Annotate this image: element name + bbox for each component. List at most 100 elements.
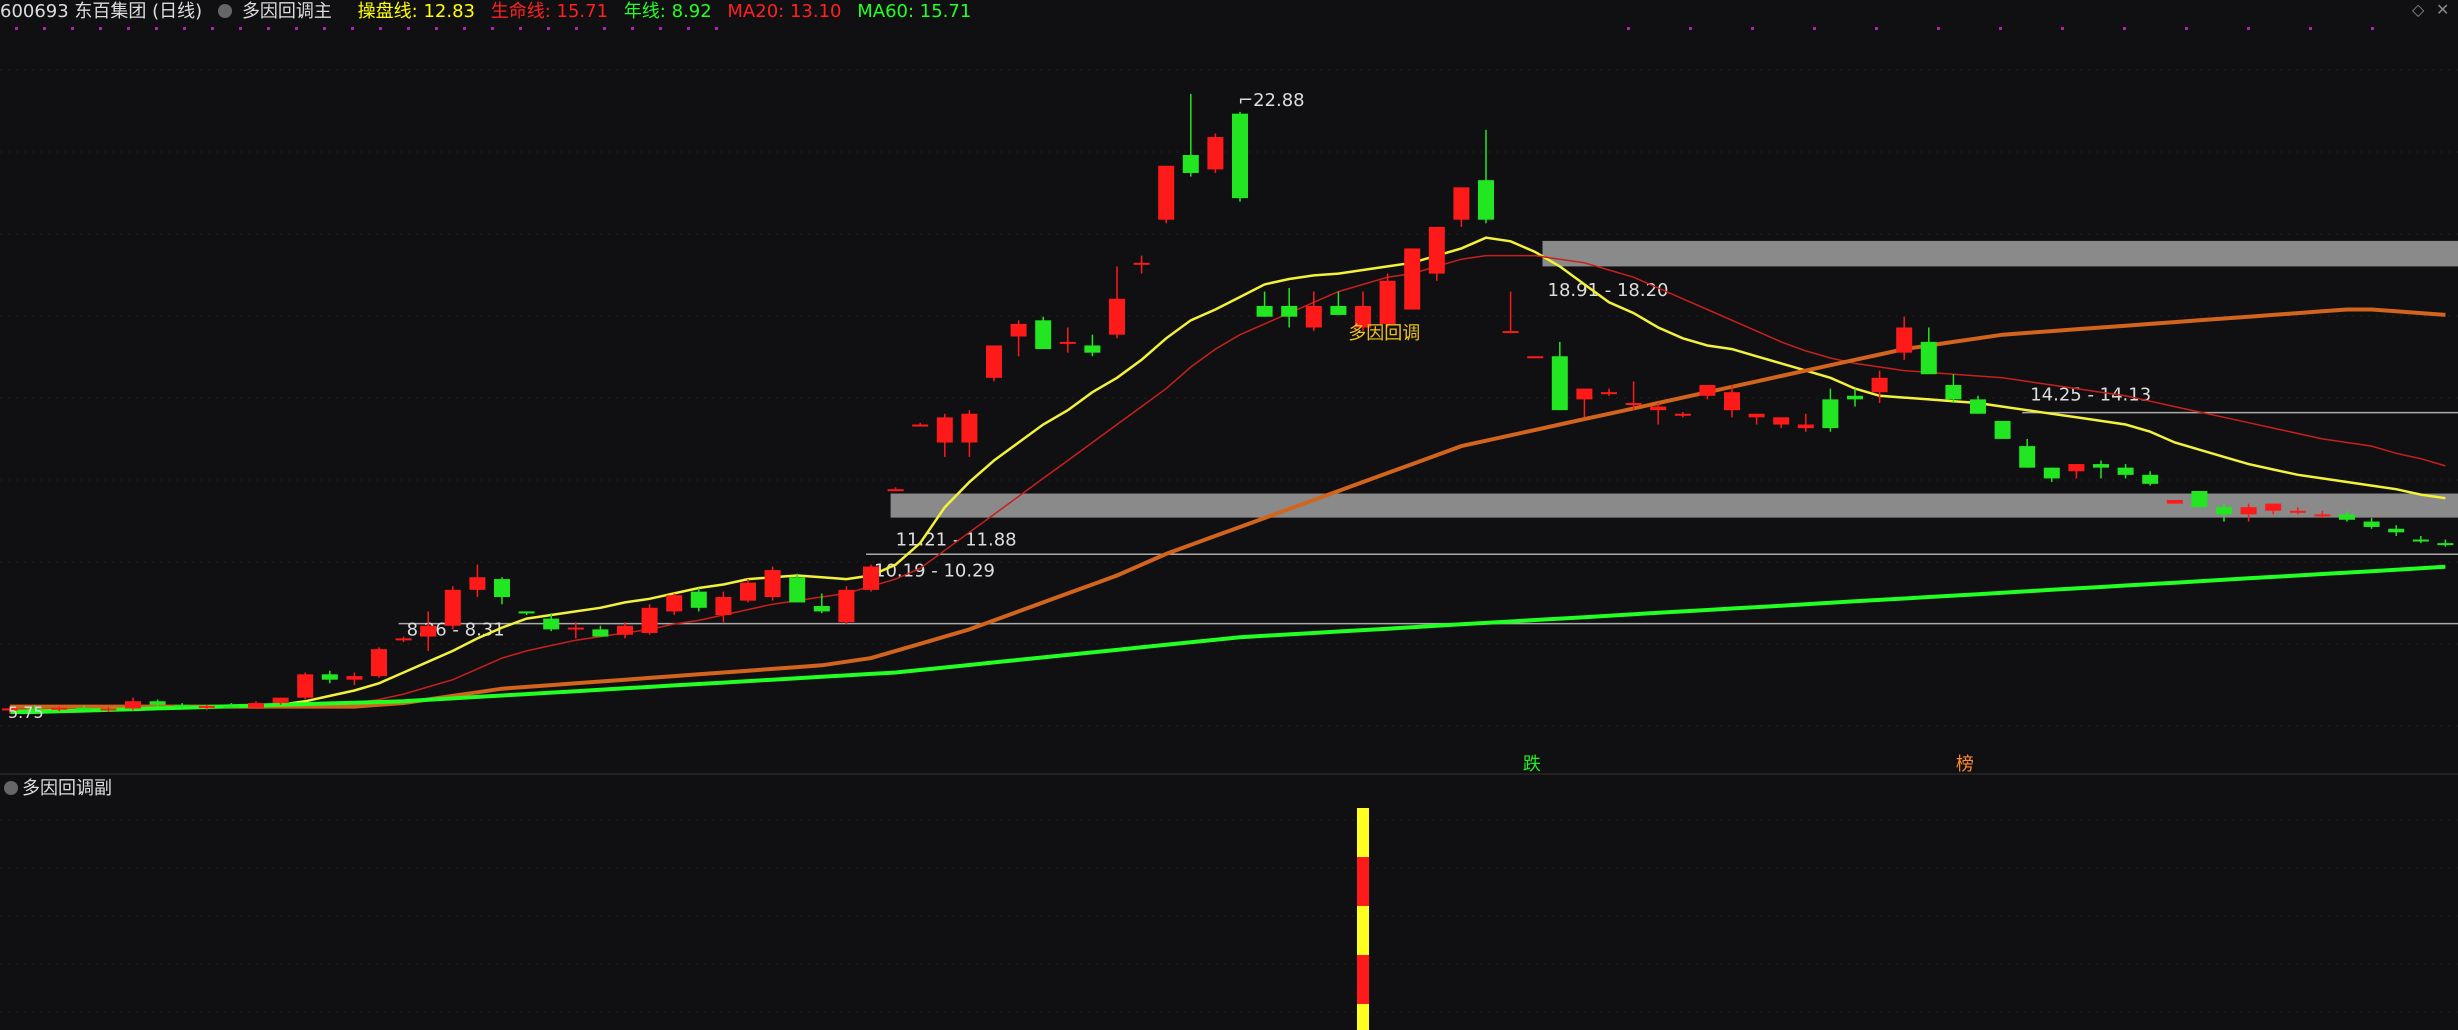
price-zones: 18.91 - 18.2011.21 - 11.8814.25 - 14.131…: [398, 240, 2458, 641]
signal-dot: [351, 27, 354, 30]
candle: [1773, 417, 1790, 429]
indicator-name[interactable]: 多因回调主: [217, 1, 342, 22]
candle: [1502, 291, 1519, 334]
candle: [789, 573, 806, 603]
candle: [2068, 464, 2085, 479]
candle: [936, 413, 953, 457]
low-price-label: 5.75: [8, 703, 44, 722]
signal-dot: [2371, 27, 2374, 30]
sub-panel-title[interactable]: 多因回调副: [4, 774, 112, 800]
candle: [1084, 334, 1101, 357]
zone-band: [1542, 240, 2458, 267]
signal-dot: [407, 27, 410, 30]
chart-labels: ⌐22.88 5.75 多因回调跌 榜: [8, 90, 1974, 775]
candle: [1379, 273, 1396, 328]
diamond-icon[interactable]: ◇: [2412, 0, 2424, 19]
candle: [297, 672, 314, 700]
price-chart[interactable]: 18.91 - 18.2011.21 - 11.8814.25 - 14.131…: [0, 0, 2458, 1030]
candle: [2191, 491, 2208, 508]
candle: [1305, 291, 1322, 332]
sub-bar-segment: [1357, 906, 1369, 955]
signal-dot: [211, 27, 214, 30]
candle: [321, 670, 338, 684]
candle: [2437, 539, 2454, 547]
stock-code-name[interactable]: 600693 东百集团 (日线): [0, 1, 202, 22]
signal-dot: [15, 27, 18, 30]
candle: [1256, 291, 1273, 317]
candle: [1896, 316, 1913, 360]
candle: [666, 593, 683, 615]
collapse-icon[interactable]: [217, 4, 232, 18]
candle: [346, 672, 363, 686]
candle: [1281, 287, 1298, 328]
candle: [1527, 356, 1544, 359]
candle: [2388, 525, 2405, 536]
candle: [1822, 388, 1839, 432]
candle: [1428, 226, 1445, 281]
annotation-label: 榜: [1956, 754, 1974, 775]
signal-dot: [547, 27, 550, 30]
candle: [838, 586, 855, 624]
candle: [1182, 93, 1199, 177]
candle: [1576, 388, 1593, 418]
candle: [715, 591, 732, 623]
signal-dot: [1937, 27, 1940, 30]
candle: [2412, 535, 2429, 544]
signal-dot: [519, 27, 522, 30]
grid-lines: [0, 27, 2458, 1013]
candle: [125, 697, 141, 711]
signal-dot: [1813, 27, 1816, 30]
candle: [1748, 413, 1765, 425]
candle: [2019, 438, 2036, 468]
candle: [1674, 411, 1691, 418]
annotation-label: 跌: [1523, 754, 1541, 775]
annotation-label: 多因回调: [1348, 323, 1420, 344]
candle: [2093, 460, 2109, 479]
candle: [1158, 165, 1175, 224]
signal-dot: [715, 27, 718, 30]
candle: [764, 566, 781, 601]
indicator-item-4: MA60: 15.71: [857, 1, 972, 22]
candle: [740, 579, 756, 603]
sub-bar-segment: [1357, 955, 1369, 1004]
signal-dot: [575, 27, 578, 30]
candle: [2117, 464, 2134, 479]
signal-dot: [295, 27, 298, 30]
signal-dot: [491, 27, 494, 30]
signal-dot: [463, 27, 466, 30]
candle: [567, 622, 584, 639]
candle: [961, 410, 978, 457]
candle: [1232, 111, 1248, 202]
candle: [1404, 248, 1421, 310]
zone-label: 14.25 - 14.13: [2030, 385, 2151, 406]
signal-dot: [1751, 27, 1754, 30]
sub-panel: [1357, 808, 1369, 1030]
moving-average-lines: [10, 236, 2446, 714]
candle: [469, 564, 486, 598]
candle: [1699, 385, 1716, 400]
close-icon[interactable]: ✕: [2436, 0, 2449, 19]
candle: [2166, 500, 2183, 504]
signal-dot: [2185, 27, 2188, 30]
zone-label: 18.91 - 18.20: [1548, 280, 1669, 301]
candle: [1330, 291, 1347, 315]
candle: [1010, 320, 1027, 357]
signal-dot: [379, 27, 382, 30]
candle: [912, 422, 929, 427]
candle: [1797, 413, 1814, 432]
candle: [1109, 266, 1125, 339]
collapse-icon[interactable]: [4, 781, 18, 795]
sub-bar-segment: [1357, 857, 1369, 906]
candle: [1994, 420, 2011, 439]
candle: [2142, 471, 2159, 486]
signal-dot: [2061, 27, 2064, 30]
signal-dot: [631, 27, 634, 30]
signal-dot: [267, 27, 270, 30]
signal-dot: [239, 27, 242, 30]
candle: [887, 487, 904, 492]
signal-dot: [127, 27, 130, 30]
zone-label: 10.19 - 10.29: [874, 560, 995, 581]
signal-dot: [99, 27, 102, 30]
candle: [444, 586, 461, 630]
indicator-item-1: 生命线: 15.71: [490, 1, 609, 22]
